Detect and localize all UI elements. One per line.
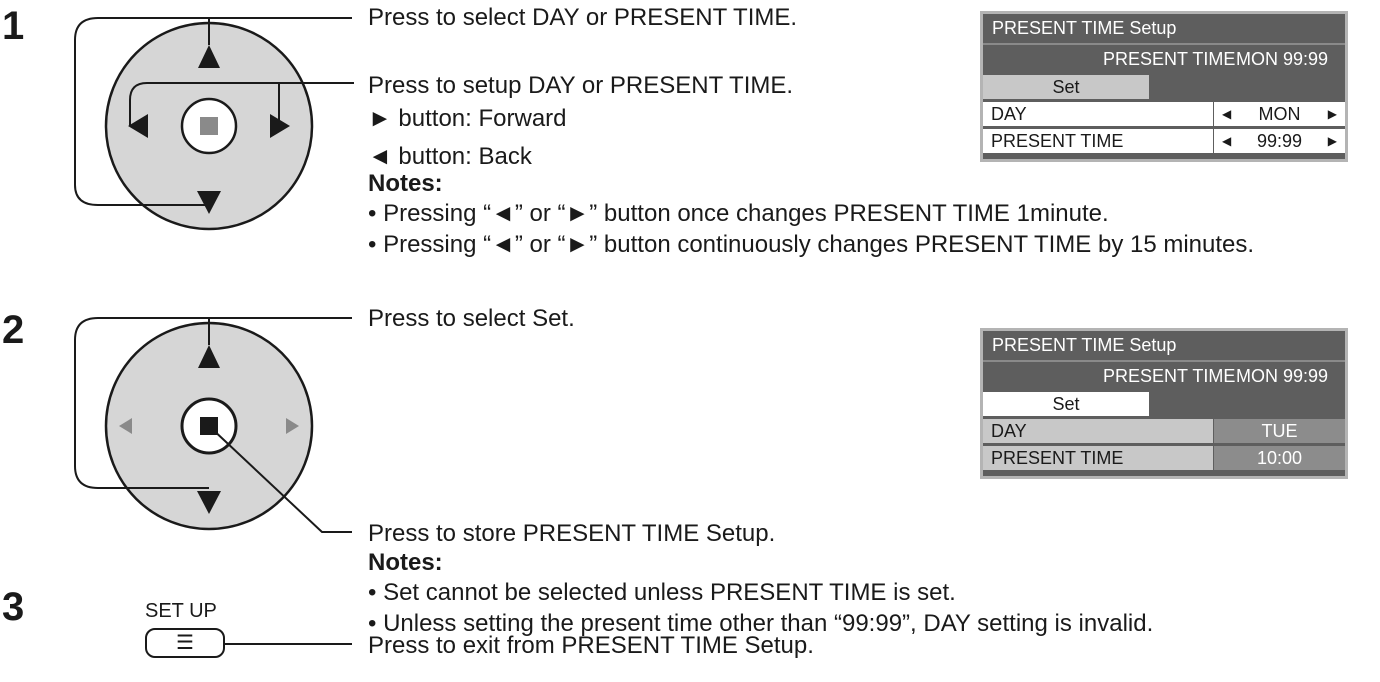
setup-key-label: SET UP bbox=[145, 600, 217, 622]
row-label: PRESENT TIME bbox=[983, 129, 1213, 153]
arrow-left-icon: ◀ bbox=[1222, 107, 1232, 121]
note-2-step1: • Pressing “◄” or “►” button continuousl… bbox=[368, 231, 1255, 258]
notes-heading-step2: Notes: bbox=[368, 549, 443, 576]
instruction-select-set: Press to select Set. bbox=[368, 305, 575, 332]
row-label: DAY bbox=[983, 102, 1213, 126]
setup-button[interactable]: ☰ bbox=[145, 628, 225, 658]
set-button[interactable]: Set bbox=[983, 392, 1149, 416]
menu-list-icon: ☰ bbox=[176, 632, 194, 654]
arrow-right-icon: ▶ bbox=[1327, 107, 1337, 121]
menu-title: PRESENT TIME Setup bbox=[983, 331, 1345, 362]
menu-set-row: Set bbox=[983, 73, 1345, 102]
menu-info-label: PRESENT TIME bbox=[1103, 366, 1236, 386]
menu-set-row: Set bbox=[983, 390, 1345, 419]
row-value-box: TUE bbox=[1214, 419, 1345, 443]
instruction-back: ◄ button: Back bbox=[368, 143, 532, 170]
instruction-select-day-time: Press to select DAY or PRESENT TIME. bbox=[368, 4, 798, 31]
row-label: DAY bbox=[983, 419, 1213, 443]
menu-info-row: PRESENT TIME MON 99:99 bbox=[983, 362, 1345, 390]
row-value: TUE bbox=[1261, 421, 1298, 441]
row-value: 10:00 bbox=[1256, 448, 1303, 468]
present-time-setup-menu-step2: PRESENT TIME Setup PRESENT TIME MON 99:9… bbox=[980, 328, 1348, 479]
row-value-box: ◀ 99:99 ▶ bbox=[1214, 129, 1345, 153]
menu-info-value: MON 99:99 bbox=[1236, 366, 1329, 386]
menu-info-label: PRESENT TIME bbox=[1103, 49, 1236, 69]
menu-row-present-time[interactable]: PRESENT TIME 10:00 bbox=[983, 446, 1345, 470]
notes-heading-step1: Notes: bbox=[368, 170, 443, 197]
row-value-box: 10:00 bbox=[1214, 446, 1345, 470]
note-1-step2: • Set cannot be selected unless PRESENT … bbox=[368, 579, 956, 606]
row-value-box: ◀ MON ▶ bbox=[1214, 102, 1345, 126]
menu-info-value: MON 99:99 bbox=[1236, 49, 1329, 69]
menu-row-present-time[interactable]: PRESENT TIME ◀ 99:99 ▶ bbox=[983, 129, 1345, 153]
menu-row-day[interactable]: DAY TUE bbox=[983, 419, 1345, 443]
instruction-store: Press to store PRESENT TIME Setup. bbox=[368, 520, 776, 547]
menu-row-day[interactable]: DAY ◀ MON ▶ bbox=[983, 102, 1345, 126]
enter-square-icon bbox=[200, 117, 218, 135]
instruction-forward: ► button: Forward bbox=[368, 105, 567, 132]
row-label: PRESENT TIME bbox=[983, 446, 1213, 470]
set-button[interactable]: Set bbox=[983, 75, 1149, 99]
note-1-step1: • Pressing “◄” or “►” button once change… bbox=[368, 200, 1109, 227]
instruction-setup-day-time: Press to setup DAY or PRESENT TIME. bbox=[368, 72, 794, 99]
menu-title: PRESENT TIME Setup bbox=[983, 14, 1345, 45]
row-value: 99:99 bbox=[1256, 131, 1303, 151]
arrow-left-icon: ◀ bbox=[1222, 134, 1232, 148]
instruction-exit: Press to exit from PRESENT TIME Setup. bbox=[368, 632, 814, 659]
arrow-right-icon: ▶ bbox=[1327, 134, 1337, 148]
present-time-setup-menu-step1: PRESENT TIME Setup PRESENT TIME MON 99:9… bbox=[980, 11, 1348, 162]
directional-pad-icon-step1 bbox=[104, 21, 314, 231]
menu-info-row: PRESENT TIME MON 99:99 bbox=[983, 45, 1345, 73]
row-value: MON bbox=[1258, 104, 1301, 124]
